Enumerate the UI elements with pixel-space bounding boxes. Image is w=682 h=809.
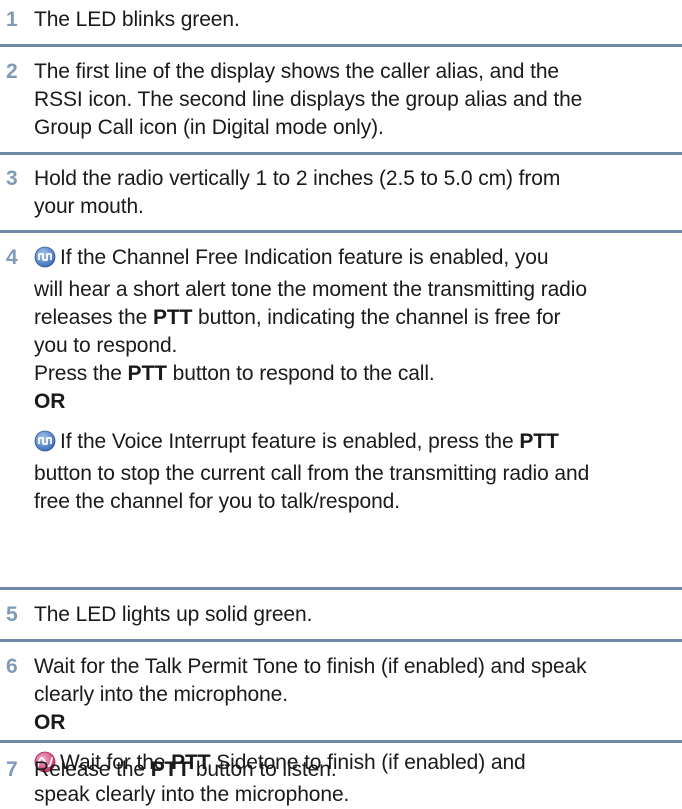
step-number: 7	[6, 758, 18, 781]
step-line: will hear a short alert tone the moment …	[34, 278, 587, 301]
step-line: The first line of the display shows the …	[34, 60, 560, 83]
step-line: The LED blinks green.	[34, 8, 240, 31]
divider	[0, 152, 682, 155]
step-line: releases the PTT button, indicating the …	[34, 304, 674, 332]
divider	[0, 740, 682, 743]
step-text: The LED lights up solid green.	[34, 601, 674, 629]
digital-mode-icon	[34, 430, 56, 460]
step-line: your mouth.	[34, 195, 144, 218]
divider	[0, 587, 682, 590]
step-number: 6	[6, 655, 18, 678]
text-segment: If the Voice Interrupt feature is enable…	[60, 430, 520, 453]
step-number: 4	[6, 246, 18, 269]
step-number: 1	[6, 8, 18, 31]
step-line: button to stop the current call from the…	[34, 462, 590, 485]
step-number: 5	[6, 603, 18, 626]
step-text: If the Channel Free Indication feature i…	[34, 244, 674, 516]
instruction-page: 1 The LED blinks green. 2 The first line…	[0, 0, 682, 806]
step-text: Release the PTT button to listen.	[34, 756, 674, 784]
step-line: Press the PTT button to respond to the c…	[34, 360, 674, 388]
step-line: Group Call icon (in Digital mode only).	[34, 116, 384, 139]
step-line: Release the PTT button to listen.	[34, 756, 674, 784]
divider	[0, 44, 682, 47]
step-text: The first line of the display shows the …	[34, 58, 674, 142]
text-segment: button to respond to the call.	[166, 362, 435, 385]
step-text: The LED blinks green.	[34, 6, 674, 34]
or-label: OR	[34, 711, 66, 734]
step-number: 3	[6, 167, 18, 190]
step-line: Hold the radio vertically 1 to 2 inches …	[34, 167, 561, 190]
step-line: speak clearly into the microphone.	[34, 783, 350, 806]
step-line: Wait for the Talk Permit Tone to finish …	[34, 655, 587, 678]
ptt-label: PTT	[152, 306, 193, 329]
digital-mode-icon	[34, 246, 56, 276]
ptt-label: PTT	[519, 430, 559, 453]
divider	[0, 639, 682, 642]
step-line: If the Channel Free Indication feature i…	[34, 244, 674, 276]
text-segment: button, indicating the channel is free f…	[192, 306, 561, 329]
step-line: If the Voice Interrupt feature is enable…	[34, 428, 674, 460]
step-text: Wait for the Talk Permit Tone to finish …	[34, 653, 674, 809]
step-line: clearly into the microphone.	[34, 683, 288, 706]
text-segment: Release the	[34, 758, 151, 781]
step-line: you to respond.	[34, 334, 178, 357]
step-number: 2	[6, 60, 18, 83]
text-segment: button to listen.	[190, 758, 337, 781]
step-text: Hold the radio vertically 1 to 2 inches …	[34, 165, 674, 221]
ptt-label: PTT	[127, 362, 167, 385]
step-line-text: If the Channel Free Indication feature i…	[60, 246, 549, 269]
text-segment: releases the	[34, 306, 153, 329]
or-label: OR	[34, 390, 66, 413]
step-line: free the channel for you to talk/respond…	[34, 490, 400, 513]
step-line: The LED lights up solid green.	[34, 603, 313, 626]
text-segment: Press the	[34, 362, 128, 385]
ptt-label: PTT	[150, 758, 191, 781]
divider	[0, 230, 682, 233]
step-line: RSSI icon. The second line displays the …	[34, 88, 583, 111]
